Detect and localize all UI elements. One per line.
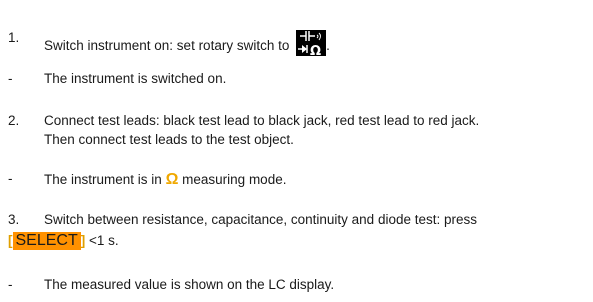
step-2-line-1: Connect test leads: black test lead to b…: [44, 113, 480, 128]
step-3-continued: [SELECT] <1 s.: [8, 232, 593, 250]
step-2-line-2: Then connect test leads to the test obje…: [44, 132, 294, 147]
step-3-number: 3.: [8, 212, 20, 227]
result-2-pre: The instrument is in: [44, 172, 162, 187]
select-key-label: SELECT: [12, 232, 81, 250]
result-3-text: The measured value is shown on the LC di…: [44, 277, 335, 292]
result-2-marker: -: [8, 171, 13, 186]
step-1-number: 1.: [8, 30, 20, 45]
result-3-marker: -: [8, 277, 13, 292]
step-1-suffix: .: [326, 38, 330, 53]
step-3-line-1: Switch between resistance, capacitance, …: [44, 212, 477, 227]
switch-omega-label: Ω: [310, 44, 321, 56]
select-key-bracket-close: ]: [80, 233, 86, 248]
ohm-symbol: Ω: [165, 171, 179, 188]
result-1-marker: -: [8, 71, 13, 86]
result-1-text: The instrument is switched on.: [44, 71, 227, 86]
step-1-text: Switch instrument on: set rotary switch …: [44, 38, 290, 53]
step-3-after-key: <1 s.: [89, 233, 119, 248]
rotary-switch-symbol-icon: Ω: [296, 30, 327, 56]
result-2-post: measuring mode.: [182, 172, 287, 187]
step-2-number: 2.: [8, 113, 20, 128]
